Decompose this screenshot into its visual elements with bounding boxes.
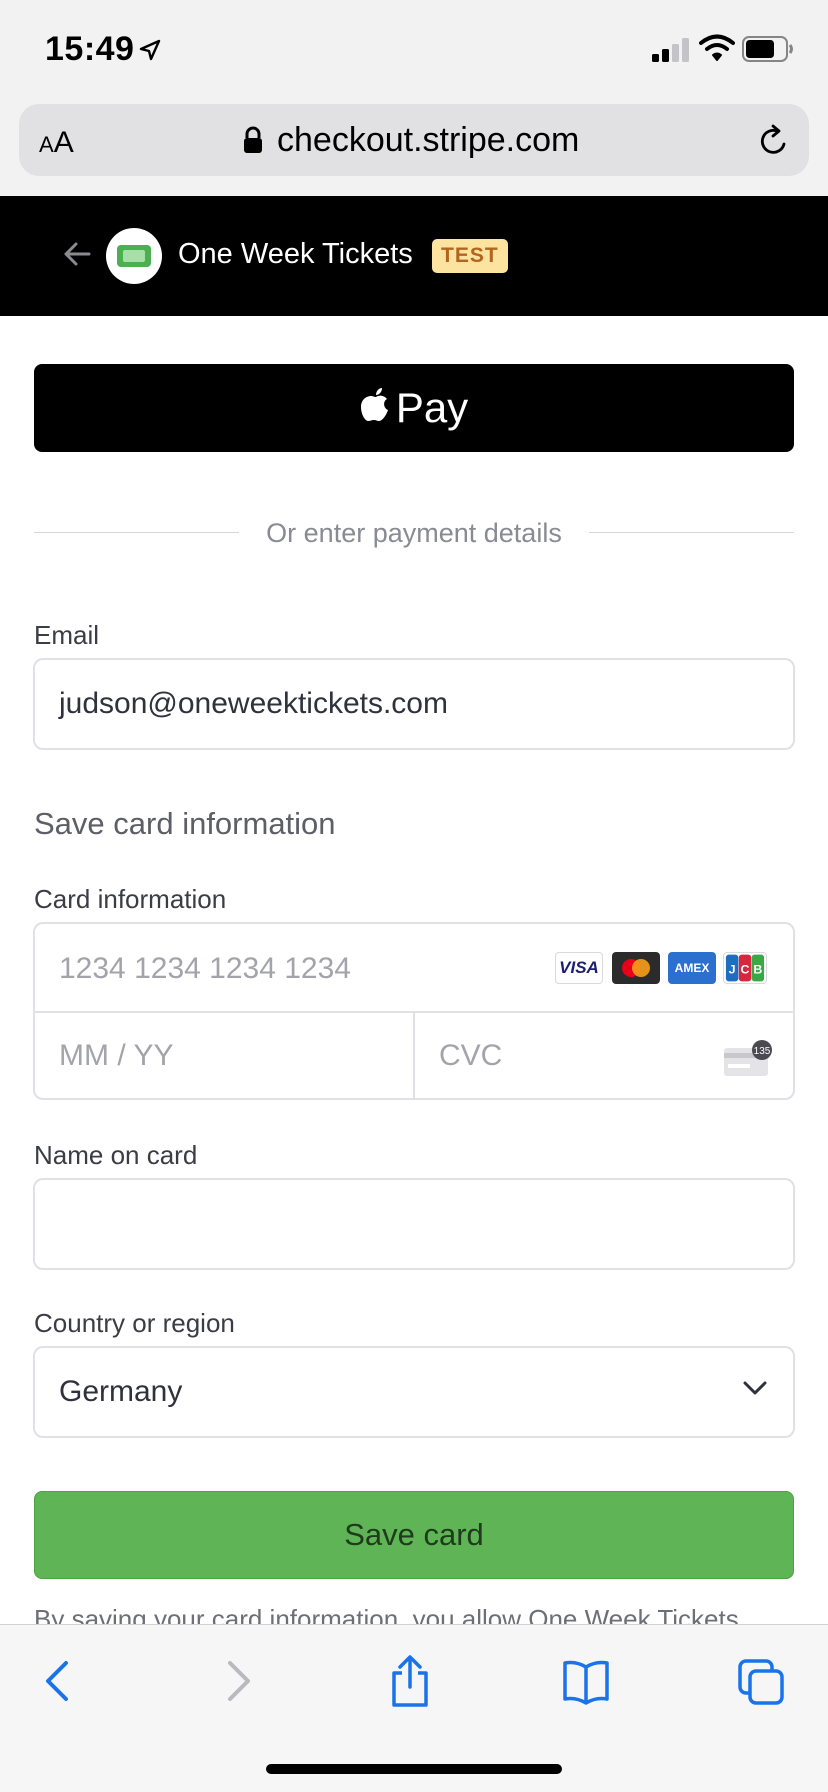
back-arrow-icon[interactable] — [63, 241, 91, 267]
svg-text:C: C — [741, 963, 750, 977]
amex-icon: AMEX — [668, 952, 716, 984]
battery-icon — [742, 36, 793, 62]
test-mode-badge: TEST — [432, 239, 508, 273]
svg-text:J: J — [729, 963, 736, 977]
merchant-name: One Week Tickets — [178, 238, 413, 270]
status-bar: 15:49 — [0, 0, 828, 100]
email-field[interactable]: judson@oneweektickets.com — [33, 658, 795, 750]
tabs-icon[interactable] — [738, 1655, 786, 1707]
browser-address-area: AA checkout.stripe.com — [0, 100, 828, 196]
card-number-input[interactable]: 1234 1234 1234 1234 VISA AMEX J C B — [35, 924, 793, 1011]
forward-icon[interactable] — [212, 1655, 260, 1707]
status-time: 15:49 — [45, 30, 135, 68]
back-icon[interactable] — [36, 1655, 84, 1707]
payment-divider: Or enter payment details — [34, 512, 794, 552]
apple-logo-icon — [360, 388, 388, 421]
country-select[interactable]: Germany — [33, 1346, 795, 1438]
svg-text:B: B — [753, 963, 762, 977]
apple-pay-button[interactable]: Pay — [34, 364, 794, 452]
lock-icon — [244, 126, 262, 153]
expiry-placeholder: MM / YY — [59, 1039, 174, 1072]
reload-icon[interactable] — [757, 124, 791, 158]
country-label: Country or region — [34, 1308, 235, 1338]
cvc-placeholder: CVC — [439, 1039, 503, 1072]
email-value: judson@oneweektickets.com — [59, 687, 448, 720]
card-number-placeholder: 1234 1234 1234 1234 — [59, 952, 351, 985]
card-info-group: 1234 1234 1234 1234 VISA AMEX J C B MM /… — [33, 922, 795, 1100]
save-card-button[interactable]: Save card — [34, 1491, 794, 1579]
section-title: Save card information — [34, 806, 336, 841]
signal-icon — [652, 38, 689, 62]
name-on-card-field[interactable] — [33, 1178, 795, 1270]
wifi-icon — [699, 34, 735, 61]
ticket-icon — [117, 245, 151, 267]
bookmarks-icon[interactable] — [562, 1655, 610, 1707]
chevron-down-icon — [743, 1381, 767, 1395]
jcb-icon: J C B — [723, 952, 767, 984]
home-indicator — [266, 1764, 562, 1774]
visa-icon: VISA — [555, 952, 603, 984]
location-arrow-icon — [139, 39, 161, 61]
mastercard-icon — [612, 952, 660, 984]
legal-text: By saving your card information, you all… — [34, 1604, 739, 1626]
divider-text: Or enter payment details — [266, 518, 562, 548]
url-text: checkout.stripe.com — [277, 121, 580, 159]
email-label: Email — [34, 620, 100, 650]
name-on-card-label: Name on card — [34, 1140, 198, 1170]
merchant-header: One Week Tickets TEST — [0, 196, 828, 316]
address-bar[interactable]: AA checkout.stripe.com — [19, 104, 809, 176]
merchant-logo — [106, 228, 162, 284]
share-icon[interactable] — [386, 1655, 434, 1707]
save-card-label: Save card — [344, 1517, 484, 1552]
card-info-label: Card information — [34, 884, 227, 914]
expiry-input[interactable]: MM / YY — [35, 1013, 413, 1100]
text-size-button[interactable]: AA — [39, 126, 74, 160]
apple-pay-label: Pay — [395, 384, 469, 431]
country-value: Germany — [59, 1375, 183, 1408]
cvc-card-icon: 135 — [724, 1040, 772, 1076]
cvc-hint: 135 — [754, 1046, 771, 1057]
